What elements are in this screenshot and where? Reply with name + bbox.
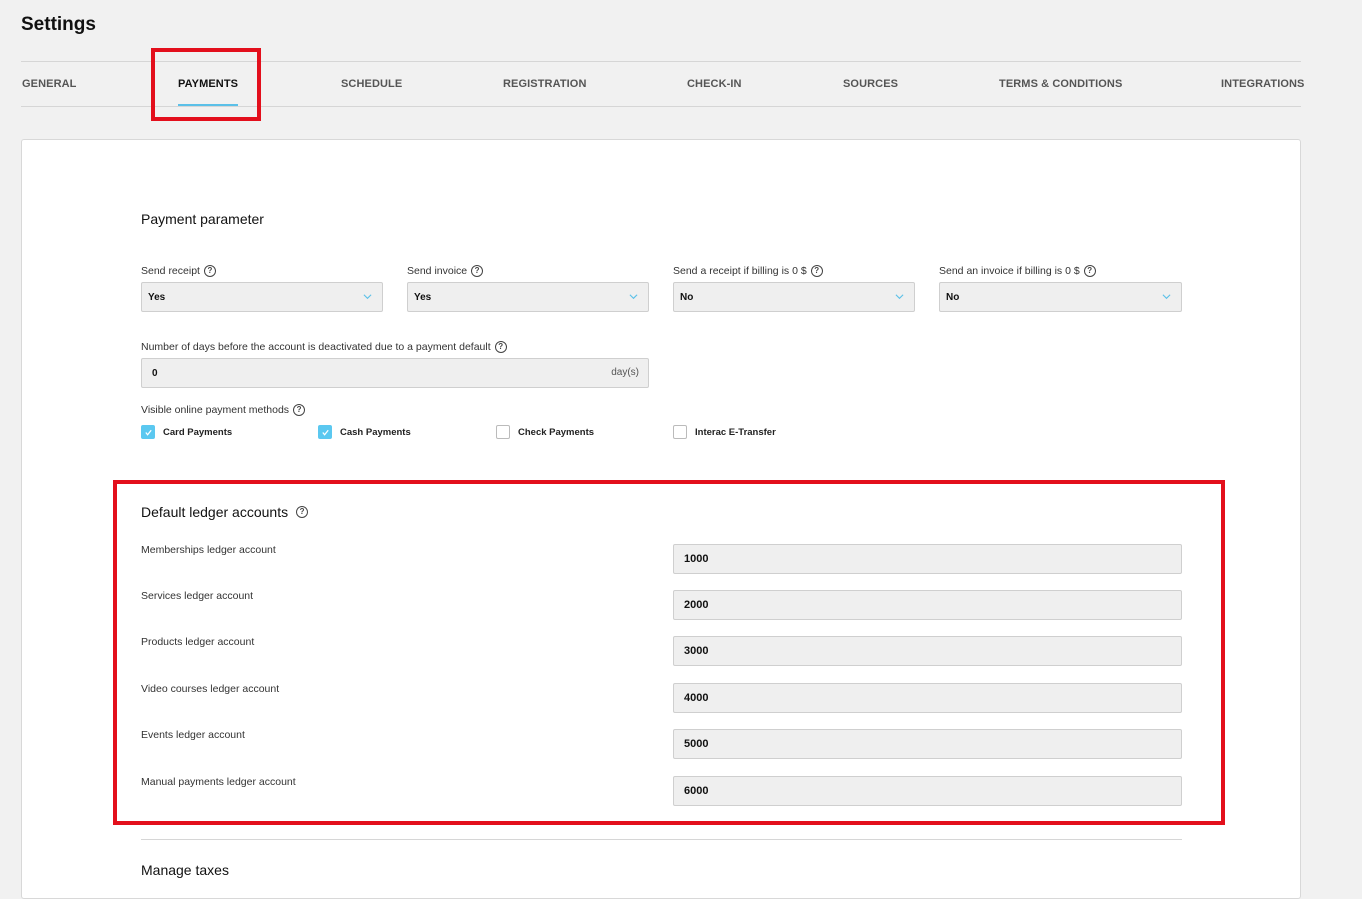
events-ledger-label: Events ledger account	[141, 729, 245, 741]
tab-payments[interactable]: PAYMENTS	[178, 62, 239, 106]
send-receipt-value: Yes	[148, 291, 166, 303]
cash-payments-checkbox[interactable]: Cash Payments	[318, 425, 411, 439]
manual-payments-ledger-input[interactable]: 6000	[673, 776, 1182, 806]
page-title: Settings	[21, 14, 96, 35]
ledger-title-text: Default ledger accounts	[141, 504, 289, 520]
send-receipt-zero-value: No	[680, 291, 694, 303]
manage-taxes-title: Manage taxes	[141, 862, 229, 878]
help-icon[interactable]: ?	[810, 265, 823, 277]
section-divider	[141, 839, 1182, 840]
send-invoice-value: Yes	[414, 291, 432, 303]
check-payments-label: Check Payments	[518, 426, 595, 438]
tab-sources[interactable]: SOURCES	[843, 62, 898, 106]
send-invoice-zero-label: Send an invoice if billing is 0 $ ?	[939, 265, 1096, 277]
tab-schedule[interactable]: SCHEDULE	[341, 62, 402, 106]
card-payments-label: Card Payments	[163, 426, 233, 438]
chevron-down-icon	[895, 294, 904, 300]
events-ledger-input[interactable]: 5000	[673, 729, 1182, 759]
help-icon[interactable]: ?	[494, 341, 507, 353]
send-invoice-select[interactable]: Yes	[407, 282, 649, 312]
help-icon[interactable]: ?	[296, 506, 309, 518]
card-payments-checkbox[interactable]: Card Payments	[141, 425, 232, 439]
video-courses-ledger-input[interactable]: 4000	[673, 683, 1182, 713]
deactivation-days-label-text: Number of days before the account is dea…	[141, 341, 491, 353]
chevron-down-icon	[363, 294, 372, 300]
tab-terms-conditions[interactable]: TERMS & CONDITIONS	[999, 62, 1122, 106]
help-icon[interactable]: ?	[293, 404, 306, 416]
send-receipt-select[interactable]: Yes	[141, 282, 383, 312]
tab-registration[interactable]: REGISTRATION	[503, 62, 587, 106]
checkbox-checked-icon[interactable]	[318, 425, 332, 439]
tab-general[interactable]: GENERAL	[22, 62, 76, 106]
ledger-title: Default ledger accounts ?	[141, 504, 309, 520]
send-receipt-zero-label-text: Send a receipt if billing is 0 $	[673, 265, 807, 277]
days-suffix: day(s)	[611, 367, 639, 378]
check-payments-checkbox[interactable]: Check Payments	[496, 425, 594, 439]
interac-checkbox[interactable]: Interac E-Transfer	[673, 425, 776, 439]
deactivation-days-value: 0	[152, 367, 158, 379]
tab-integrations[interactable]: INTEGRATIONS	[1221, 62, 1305, 106]
checkbox-unchecked-icon[interactable]	[673, 425, 687, 439]
deactivation-days-input[interactable]: 0 day(s)	[141, 358, 649, 388]
settings-tabs: GENERAL PAYMENTS SCHEDULE REGISTRATION C…	[21, 61, 1304, 107]
send-receipt-label: Send receipt ?	[141, 265, 216, 277]
memberships-ledger-label: Memberships ledger account	[141, 544, 276, 556]
services-ledger-input[interactable]: 2000	[673, 590, 1182, 620]
products-ledger-label: Products ledger account	[141, 636, 255, 648]
send-receipt-label-text: Send receipt	[141, 265, 200, 277]
payment-methods-label-text: Visible online payment methods	[141, 404, 290, 416]
deactivation-days-label: Number of days before the account is dea…	[141, 341, 507, 353]
memberships-ledger-input[interactable]: 1000	[673, 544, 1182, 574]
manual-payments-ledger-label: Manual payments ledger account	[141, 776, 296, 788]
checkbox-checked-icon[interactable]	[141, 425, 155, 439]
send-invoice-zero-value: No	[946, 291, 960, 303]
help-icon[interactable]: ?	[1083, 265, 1096, 277]
send-receipt-zero-label: Send a receipt if billing is 0 $ ?	[673, 265, 823, 277]
cash-payments-label: Cash Payments	[340, 426, 411, 438]
section-divider	[141, 480, 1182, 481]
interac-label: Interac E-Transfer	[695, 426, 776, 438]
video-courses-ledger-label: Video courses ledger account	[141, 683, 280, 695]
send-invoice-zero-select[interactable]: No	[939, 282, 1182, 312]
send-invoice-zero-label-text: Send an invoice if billing is 0 $	[939, 265, 1080, 277]
payment-methods-label: Visible online payment methods ?	[141, 404, 306, 416]
send-invoice-label-text: Send invoice	[407, 265, 468, 277]
send-receipt-zero-select[interactable]: No	[673, 282, 915, 312]
settings-card: Payment parameter Send receipt ? Yes Sen…	[21, 139, 1301, 899]
checkbox-unchecked-icon[interactable]	[496, 425, 510, 439]
send-invoice-label: Send invoice ?	[407, 265, 484, 277]
tab-check-in[interactable]: CHECK-IN	[687, 62, 742, 106]
payment-parameter-title: Payment parameter	[141, 211, 264, 227]
chevron-down-icon	[1162, 294, 1171, 300]
products-ledger-input[interactable]: 3000	[673, 636, 1182, 666]
help-icon[interactable]: ?	[471, 265, 484, 277]
services-ledger-label: Services ledger account	[141, 590, 254, 602]
chevron-down-icon	[629, 294, 638, 300]
help-icon[interactable]: ?	[203, 265, 216, 277]
